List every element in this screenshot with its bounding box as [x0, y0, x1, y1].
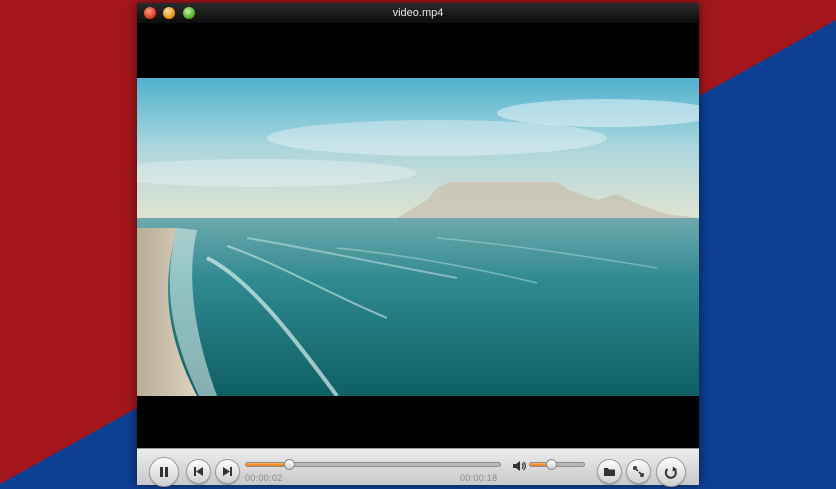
video-image — [137, 78, 699, 396]
current-time: 00:00:02 — [245, 473, 283, 483]
seek-handle[interactable] — [284, 459, 296, 470]
loop-button[interactable] — [656, 457, 686, 487]
next-button[interactable] — [215, 459, 240, 484]
duration-time: 00:00:18 — [460, 473, 498, 483]
previous-button[interactable] — [186, 459, 211, 484]
seek-slider[interactable] — [245, 459, 501, 470]
controller-bar: 00:00:02 00:00:18 — [137, 448, 699, 487]
window-title: video.mp4 — [392, 7, 444, 19]
seek-progress-fill — [246, 463, 290, 466]
title-bar[interactable]: video.mp4 — [137, 3, 699, 24]
speaker-icon[interactable] — [512, 459, 527, 477]
open-file-button[interactable] — [597, 459, 622, 484]
video-area[interactable] — [137, 24, 699, 448]
play-pause-button[interactable] — [149, 457, 179, 487]
skip-back-icon — [194, 467, 203, 476]
folder-icon — [604, 468, 615, 476]
pause-icon — [160, 467, 168, 477]
skip-forward-icon — [223, 467, 232, 476]
repeat-icon — [664, 466, 677, 479]
volume-handle[interactable] — [545, 459, 557, 470]
player-window: video.mp4 00:00:02 00:00:18 — [137, 3, 699, 487]
video-frame[interactable] — [137, 78, 699, 396]
volume-slider[interactable] — [529, 459, 585, 470]
fullscreen-button[interactable] — [626, 459, 651, 484]
expand-arrows-icon — [633, 466, 644, 477]
